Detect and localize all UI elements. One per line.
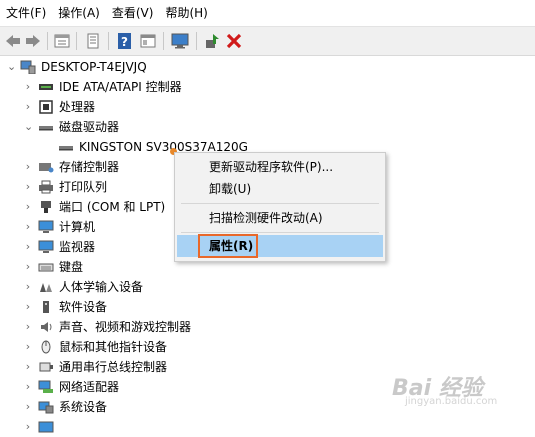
tree-item-mouse[interactable]: 鼠标和其他指针设备: [38, 337, 167, 357]
menu-separator: [181, 232, 379, 233]
view-icon[interactable]: [139, 32, 157, 50]
chevron-right-icon[interactable]: ›: [24, 417, 32, 437]
tree-root[interactable]: DESKTOP-T4EJVJQ: [20, 57, 147, 77]
ide-controller-icon: [39, 84, 53, 90]
chevron-right-icon[interactable]: ›: [24, 397, 32, 417]
mouse-icon: [41, 340, 51, 354]
speaker-icon: [41, 322, 52, 332]
tree-item-processor[interactable]: 处理器: [38, 97, 95, 117]
chevron-right-icon[interactable]: ›: [24, 157, 32, 177]
tree-item-ports[interactable]: 端口 (COM 和 LPT): [38, 197, 165, 217]
chevron-right-icon[interactable]: ›: [24, 337, 32, 357]
software-device-icon: [43, 301, 49, 313]
tree-item-storage[interactable]: 存储控制器: [38, 157, 119, 177]
chevron-right-icon[interactable]: ›: [24, 257, 32, 277]
monitor-icon: [38, 240, 54, 253]
forward-icon[interactable]: [24, 32, 42, 50]
processor-icon: [39, 100, 53, 114]
tree-item-disk-drives[interactable]: 磁盘驱动器: [38, 117, 119, 137]
chevron-right-icon[interactable]: ›: [24, 237, 32, 257]
menu-item-scan-hardware[interactable]: 扫描检测硬件改动(A): [209, 208, 323, 228]
tree-item-system-devices[interactable]: 系统设备: [38, 397, 107, 417]
update-driver-icon[interactable]: [203, 32, 221, 50]
chevron-right-icon[interactable]: ›: [24, 277, 32, 297]
disk-drive-icon: [59, 146, 73, 151]
menu-help[interactable]: 帮助(H): [159, 0, 213, 26]
menu-bar: 文件(F) 操作(A) 查看(V) 帮助(H): [0, 0, 535, 26]
tree-item-hid[interactable]: 人体学输入设备: [38, 277, 143, 297]
chevron-right-icon[interactable]: ›: [24, 97, 32, 117]
tree-item-partial[interactable]: [38, 417, 59, 437]
tree-item-print-queue[interactable]: 打印队列: [38, 177, 107, 197]
chevron-right-icon[interactable]: ›: [24, 317, 32, 337]
menu-file[interactable]: 文件(F): [0, 0, 52, 26]
computer-icon: [20, 60, 36, 74]
tree-item-software-devices[interactable]: 软件设备: [38, 297, 107, 317]
monitor-icon[interactable]: [171, 32, 189, 50]
hid-icon: [40, 283, 52, 292]
chevron-down-icon[interactable]: ⌄: [7, 57, 16, 77]
keyboard-icon: [38, 263, 54, 272]
annotation-highlight-box: [198, 234, 258, 258]
chevron-right-icon[interactable]: ›: [24, 217, 32, 237]
toolbar: ?: [0, 26, 535, 56]
svg-text:?: ?: [121, 35, 128, 49]
menu-item-update-driver[interactable]: 更新驱动程序软件(P)...: [209, 157, 333, 177]
tree-item-sound[interactable]: 声音、视频和游戏控制器: [38, 317, 191, 337]
baidu-watermark-url: jingyan.baidu.com: [405, 396, 498, 407]
usb-icon: [39, 362, 53, 372]
printer-icon: [39, 180, 53, 194]
menu-action[interactable]: 操作(A): [52, 0, 106, 26]
chevron-right-icon[interactable]: ›: [24, 197, 32, 217]
tree-item-usb[interactable]: 通用串行总线控制器: [38, 357, 167, 377]
computer-icon: [38, 220, 54, 233]
chevron-right-icon[interactable]: ›: [24, 77, 32, 97]
uninstall-icon[interactable]: [225, 32, 243, 50]
disk-drive-icon: [39, 126, 53, 131]
menu-item-uninstall[interactable]: 卸载(U): [209, 179, 251, 199]
tree-item-computer[interactable]: 计算机: [38, 217, 95, 237]
system-device-icon: [38, 401, 54, 414]
tree-item-keyboard[interactable]: 键盘: [38, 257, 83, 277]
menu-separator: [181, 203, 379, 204]
menu-view[interactable]: 查看(V): [106, 0, 160, 26]
tree-item-ide[interactable]: IDE ATA/ATAPI 控制器: [38, 77, 182, 97]
storage-controller-icon: [39, 163, 54, 173]
help-icon[interactable]: ?: [116, 32, 134, 50]
port-icon: [41, 201, 51, 213]
chevron-right-icon[interactable]: ›: [24, 297, 32, 317]
network-adapter-icon: [38, 380, 53, 393]
device-icon: [38, 421, 54, 433]
chevron-right-icon[interactable]: ›: [24, 357, 32, 377]
tree-root-label: DESKTOP-T4EJVJQ: [41, 60, 147, 74]
chevron-right-icon[interactable]: ›: [24, 377, 32, 397]
chevron-down-icon[interactable]: ⌄: [24, 117, 33, 137]
list-icon[interactable]: [84, 32, 102, 50]
properties-icon[interactable]: [53, 32, 71, 50]
tree-item-network[interactable]: 网络适配器: [38, 377, 119, 397]
chevron-right-icon[interactable]: ›: [24, 177, 32, 197]
tree-item-monitors[interactable]: 监视器: [38, 237, 95, 257]
back-icon[interactable]: [4, 32, 22, 50]
